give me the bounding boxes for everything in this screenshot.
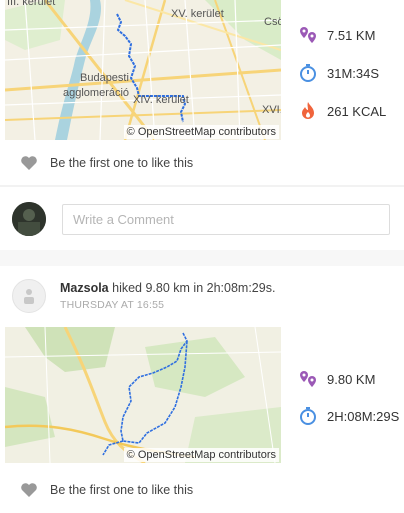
distance-icon <box>298 25 318 45</box>
map-tiles <box>5 327 281 463</box>
activity-map-1[interactable]: XV. kerület Budapesti agglomeráció XIV. … <box>5 0 281 140</box>
activity-stats-2: 9.80 KM 2H:08M:29S <box>288 327 404 463</box>
duration-stat: 31M:34S <box>298 62 379 84</box>
like-row[interactable]: Be the first one to like this <box>20 153 193 173</box>
duration-value: 2H:08M:29S <box>327 408 400 424</box>
map-label: XIV. kerület <box>133 94 189 106</box>
calories-stat: 261 KCAL <box>298 100 386 122</box>
heart-icon[interactable] <box>20 482 38 498</box>
username-link[interactable]: Mazsola <box>60 281 109 295</box>
activity-stats-1: 7.51 KM 31M:34S 261 KCAL <box>288 0 404 140</box>
map-attribution[interactable]: © OpenStreetMap contributors <box>123 448 279 462</box>
divider <box>0 250 404 266</box>
map-label: XV. kerület <box>171 8 224 20</box>
like-row[interactable]: Be the first one to like this <box>20 480 193 500</box>
map-attribution[interactable]: © OpenStreetMap contributors <box>123 125 279 139</box>
distance-value: 9.80 KM <box>327 371 376 387</box>
avatar <box>12 202 46 236</box>
distance-text: 9.80 km <box>145 281 190 295</box>
heart-icon[interactable] <box>20 155 38 171</box>
action-text: hiked <box>108 281 146 295</box>
map-tiles <box>5 0 281 140</box>
divider <box>0 185 404 187</box>
post-header: Mazsola hiked 9.80 km in 2h:08m:29s. <box>60 281 275 295</box>
calories-icon <box>298 101 318 121</box>
duration-stat: 2H:08M:29S <box>298 405 399 427</box>
distance-value: 7.51 KM <box>327 27 376 43</box>
timer-icon <box>298 406 318 426</box>
like-text: Be the first one to like this <box>50 156 194 170</box>
map-label: Budapesti <box>80 72 129 84</box>
map-label: agglomeráció <box>63 87 130 99</box>
in-text: in <box>189 281 207 295</box>
duration-text: 2h:08m:29s. <box>206 281 276 295</box>
map-label: XVI. <box>262 104 281 116</box>
distance-icon <box>298 369 318 389</box>
post-timestamp[interactable]: THURSDAY AT 16:55 <box>60 299 164 311</box>
calories-value: 261 KCAL <box>327 103 387 119</box>
distance-stat: 7.51 KM <box>298 24 375 46</box>
duration-value: 31M:34S <box>327 65 380 81</box>
activity-map-2[interactable]: © OpenStreetMap contributors <box>5 327 281 463</box>
map-label: Csö <box>264 16 281 28</box>
like-text: Be the first one to like this <box>50 483 194 497</box>
distance-stat: 9.80 KM <box>298 368 375 390</box>
user-avatar[interactable] <box>12 279 46 313</box>
map-label: III. kerület <box>7 0 56 8</box>
user-placeholder-icon <box>24 289 34 304</box>
comment-input[interactable] <box>62 204 390 235</box>
timer-icon <box>298 63 318 83</box>
